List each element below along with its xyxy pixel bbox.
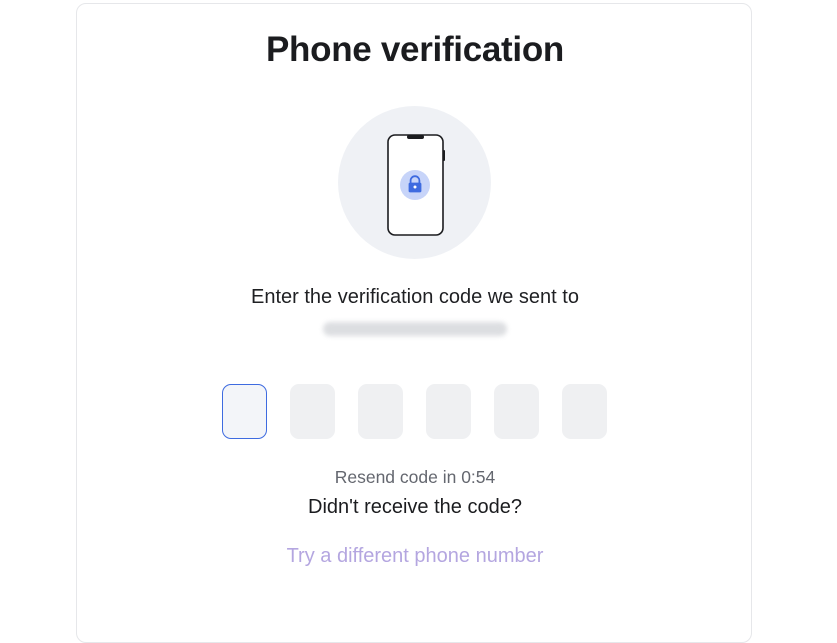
masked-phone-number: [323, 322, 507, 336]
page-title: Phone verification: [266, 30, 564, 69]
code-digit-5[interactable]: [494, 384, 539, 439]
phone-illustration: [338, 106, 491, 259]
code-input-group: [222, 384, 608, 441]
didnt-receive-heading: Didn't receive the code?: [308, 496, 522, 518]
code-digit-4[interactable]: [426, 384, 471, 439]
resend-countdown: Resend code in 0:54: [334, 467, 496, 487]
phone-lock-icon: [387, 134, 445, 236]
code-digit-2[interactable]: [290, 384, 335, 439]
code-digit-6[interactable]: [562, 384, 607, 439]
code-digit-1[interactable]: [222, 384, 267, 439]
try-different-number-link[interactable]: Try a different phone number: [77, 545, 753, 568]
verification-prompt: Enter the verification code we sent to: [251, 286, 579, 308]
code-digit-3[interactable]: [358, 384, 403, 439]
verification-card: Phone verification Enter the verificatio…: [76, 3, 752, 643]
